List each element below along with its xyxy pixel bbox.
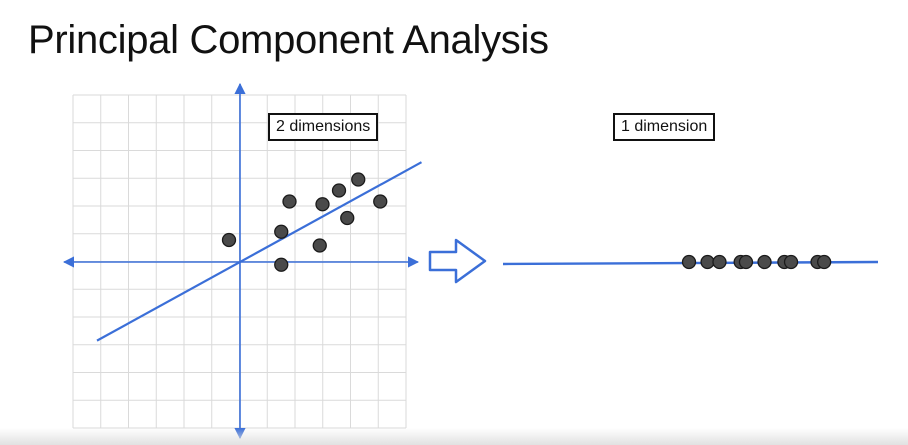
right-arrow-outline-icon [428,238,487,284]
data-point [274,224,289,239]
projected-point [783,254,799,270]
two-dimensions-label: 2 dimensions [268,113,379,141]
data-point [282,194,297,209]
data-points-2d [221,172,388,272]
one-dimension-label: 1 dimension [613,113,716,141]
principal-component-line [96,161,423,342]
data-point [221,232,237,248]
data-point [315,197,330,212]
pca-diagram [62,82,879,440]
projected-point [681,254,697,270]
data-point [340,210,355,226]
data-point [331,183,347,198]
projected-point [757,254,772,270]
projected-point [700,254,715,270]
projected-point [712,254,727,270]
principal-component-line [96,161,423,342]
projected-point [817,254,832,270]
data-point [373,194,388,209]
bottom-fade [0,428,908,445]
data-point [351,172,366,187]
data-point [274,257,289,272]
projected-point [738,254,754,270]
data-point [312,238,327,253]
